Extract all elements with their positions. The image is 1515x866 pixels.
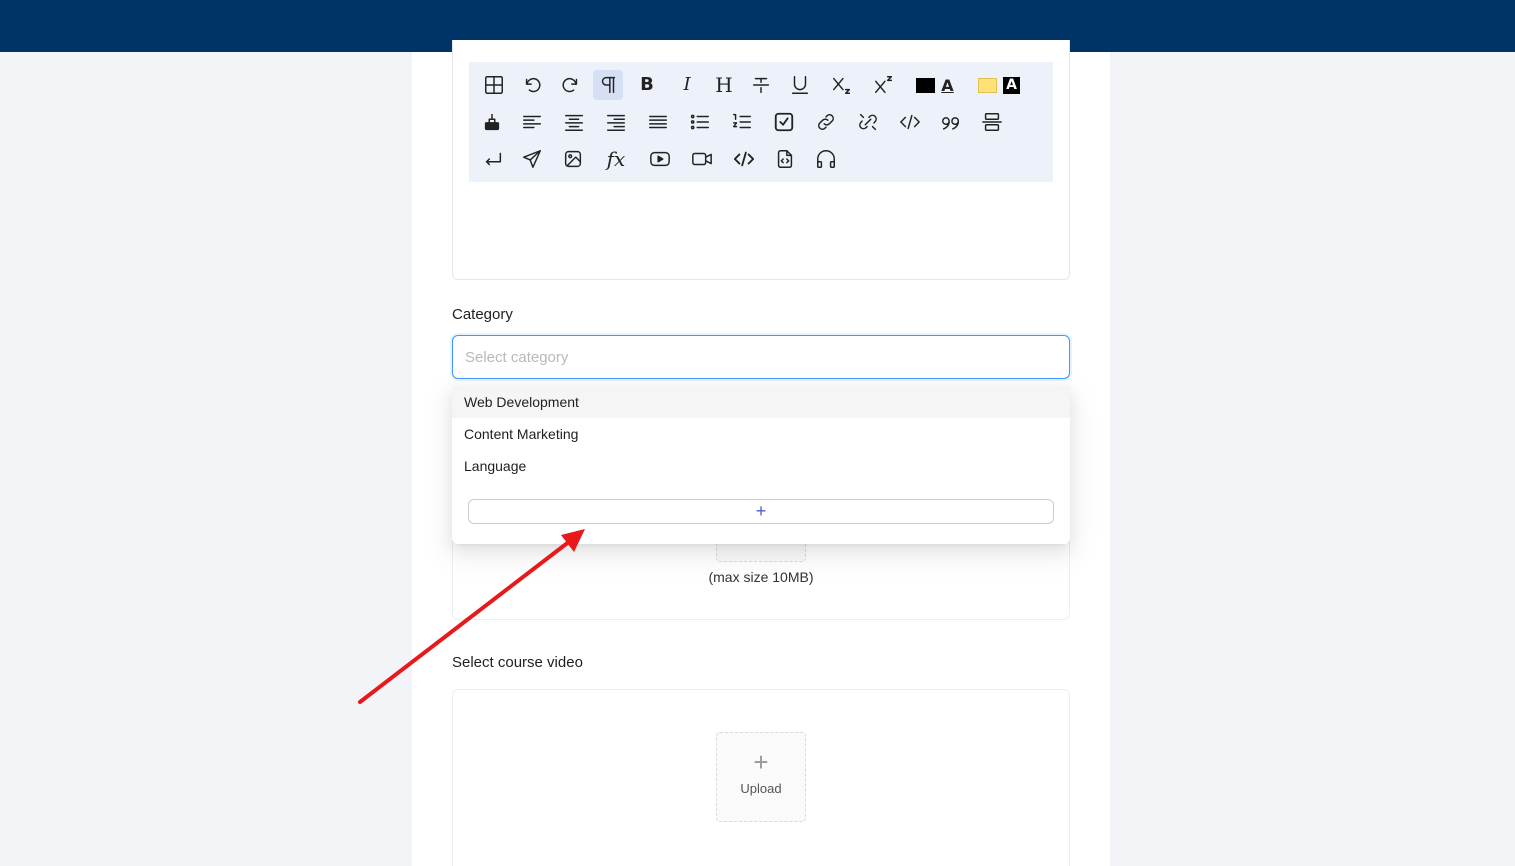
file-code-icon[interactable] [770, 144, 800, 174]
plus-icon: + [753, 747, 769, 777]
code-block-icon[interactable] [729, 144, 759, 174]
category-select[interactable]: Select category [452, 335, 1070, 379]
highlight-color-icon[interactable]: A [975, 70, 1023, 100]
clear-format-icon[interactable] [477, 107, 507, 137]
font-color-swatch [916, 77, 936, 93]
code-inline-icon[interactable] [895, 107, 925, 137]
youtube-icon[interactable] [645, 144, 675, 174]
category-option[interactable]: Web Development [452, 386, 1070, 418]
video-upload-button[interactable]: + Upload [716, 732, 806, 822]
category-dropdown: Web Development Content Marketing Langua… [452, 386, 1070, 544]
link-icon[interactable] [811, 107, 841, 137]
redo-icon[interactable] [555, 70, 585, 100]
image-icon[interactable] [558, 144, 588, 174]
unlink-icon[interactable] [853, 107, 883, 137]
align-left-icon[interactable] [517, 107, 547, 137]
add-category-button[interactable]: + [468, 499, 1054, 524]
align-right-icon[interactable] [601, 107, 631, 137]
enter-icon[interactable] [478, 144, 508, 174]
quote-icon[interactable] [936, 107, 966, 137]
bullet-list-icon[interactable] [685, 107, 715, 137]
video-icon[interactable] [687, 144, 717, 174]
bold-icon[interactable]: B [632, 70, 662, 100]
category-placeholder: Select category [465, 349, 569, 366]
paragraph-icon[interactable] [593, 70, 623, 100]
font-color-letter: A [941, 75, 954, 95]
underline-icon[interactable] [785, 70, 815, 100]
strikethrough-icon[interactable] [746, 70, 776, 100]
italic-icon[interactable]: I [672, 70, 702, 100]
highlight-swatch [978, 77, 997, 93]
checklist-icon[interactable] [769, 107, 799, 137]
heading-icon[interactable]: H [709, 70, 739, 100]
audio-icon[interactable] [811, 144, 841, 174]
numbered-list-icon[interactable] [727, 107, 757, 137]
superscript-icon[interactable] [869, 70, 899, 100]
category-label: Category [452, 306, 513, 323]
page-break-icon[interactable] [977, 107, 1007, 137]
table-icon[interactable] [479, 70, 509, 100]
align-center-icon[interactable] [559, 107, 589, 137]
formula-icon[interactable]: fx [601, 144, 631, 174]
editor-toolbar: B I H A A fx [469, 62, 1053, 182]
upload-label: Upload [740, 781, 782, 796]
undo-icon[interactable] [518, 70, 548, 100]
subscript-icon[interactable] [827, 70, 857, 100]
align-justify-icon[interactable] [643, 107, 673, 137]
font-color-icon[interactable]: A [911, 70, 959, 100]
send-icon[interactable] [517, 144, 547, 174]
category-option[interactable]: Language [452, 450, 1070, 482]
video-label: Select course video [452, 654, 583, 671]
category-option[interactable]: Content Marketing [452, 418, 1070, 450]
highlight-letter: A [1003, 76, 1020, 94]
max-size-hint: (max size 10MB) [708, 569, 814, 585]
